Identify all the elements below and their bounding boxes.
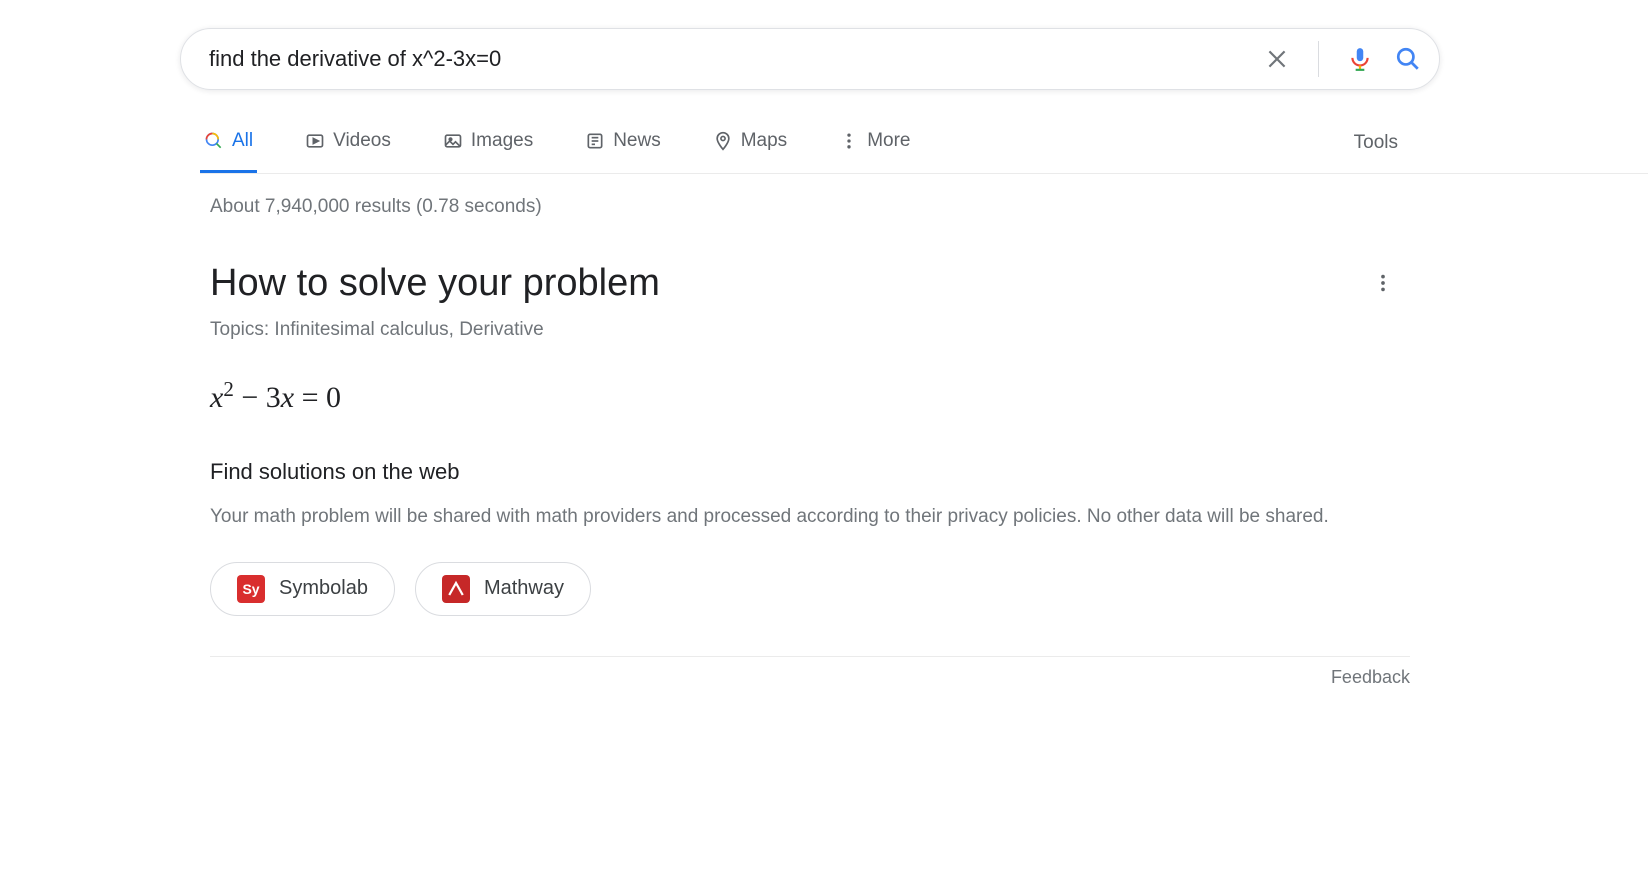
search-bar-container — [0, 0, 1648, 90]
tab-more-label: More — [867, 130, 910, 152]
more-options-icon[interactable] — [1366, 266, 1400, 305]
tab-videos-label: Videos — [333, 130, 391, 152]
tab-news-label: News — [613, 130, 661, 152]
divider — [1318, 41, 1319, 77]
share-disclaimer: Your math problem will be shared with ma… — [210, 503, 1400, 532]
result-stats: About 7,940,000 results (0.78 seconds) — [210, 196, 1648, 218]
tab-news[interactable]: News — [581, 130, 665, 173]
symbolab-icon: Sy — [237, 575, 265, 603]
clear-icon[interactable] — [1264, 46, 1290, 72]
equation-display: x2 − 3x = 0 — [210, 377, 1410, 415]
search-input[interactable] — [209, 46, 1264, 72]
feedback-row: Feedback — [210, 656, 1410, 688]
solve-topics: Topics: Infinitesimal calculus, Derivati… — [210, 319, 1410, 341]
tab-videos[interactable]: Videos — [301, 130, 395, 173]
tab-images-label: Images — [471, 130, 533, 152]
search-icon[interactable] — [1395, 46, 1421, 72]
feedback-link[interactable]: Feedback — [1331, 667, 1410, 688]
tab-more[interactable]: More — [835, 130, 914, 173]
math-solve-block: How to solve your problem Topics: Infini… — [210, 262, 1410, 616]
tab-all[interactable]: All — [200, 130, 257, 173]
tab-all-label: All — [232, 130, 253, 152]
provider-symbolab-label: Symbolab — [279, 577, 368, 600]
provider-row: Sy Symbolab Mathway — [210, 562, 1410, 616]
tab-maps[interactable]: Maps — [709, 130, 791, 173]
mathway-icon — [442, 575, 470, 603]
provider-mathway[interactable]: Mathway — [415, 562, 591, 616]
provider-symbolab[interactable]: Sy Symbolab — [210, 562, 395, 616]
search-tabs: All Videos Images News Maps More Tools — [200, 130, 1648, 174]
search-actions — [1264, 41, 1421, 77]
solve-title: How to solve your problem — [210, 262, 1410, 305]
tab-maps-label: Maps — [741, 130, 787, 152]
tab-images[interactable]: Images — [439, 130, 537, 173]
find-solutions-heading: Find solutions on the web — [210, 459, 1410, 485]
voice-search-icon[interactable] — [1347, 44, 1373, 74]
search-bar — [180, 28, 1440, 90]
tools-button[interactable]: Tools — [1354, 132, 1398, 172]
provider-mathway-label: Mathway — [484, 577, 564, 600]
